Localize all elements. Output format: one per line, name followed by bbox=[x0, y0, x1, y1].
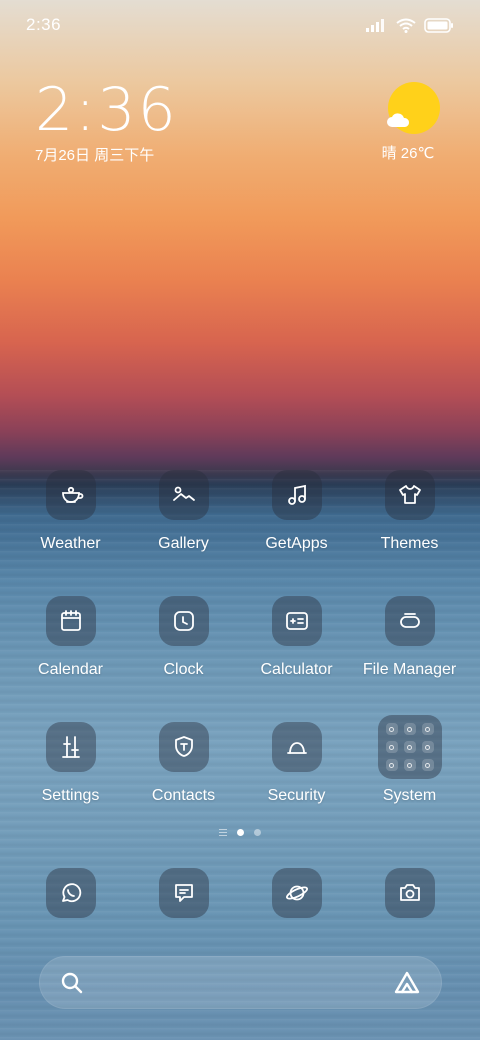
page-indicator[interactable] bbox=[0, 829, 480, 836]
app-label: Clock bbox=[163, 661, 204, 678]
app-file-manager[interactable]: File Manager bbox=[353, 596, 466, 722]
widget-date: 7月26日 周三下午 bbox=[35, 147, 155, 164]
weather-widget[interactable]: 晴 26℃ bbox=[382, 82, 444, 163]
status-bar: 2:36 bbox=[0, 0, 480, 50]
message-icon bbox=[158, 868, 209, 918]
dock-app-browser[interactable] bbox=[240, 868, 353, 918]
gallery-mountain-icon bbox=[158, 470, 209, 520]
assistant-icon[interactable] bbox=[393, 970, 421, 996]
app-label: Contacts bbox=[151, 787, 216, 804]
search-bar[interactable] bbox=[39, 956, 442, 1009]
app-label: File Manager bbox=[362, 661, 457, 678]
search-icon[interactable] bbox=[60, 971, 84, 995]
weather-cup-icon bbox=[45, 470, 96, 520]
app-label: GetApps bbox=[265, 535, 328, 552]
app-label: Calendar bbox=[38, 661, 103, 678]
app-weather[interactable]: Weather bbox=[14, 470, 127, 596]
wifi-icon bbox=[396, 18, 416, 33]
app-label: Security bbox=[267, 787, 326, 804]
app-label: System bbox=[382, 787, 437, 804]
page-dot bbox=[254, 829, 261, 836]
status-icons bbox=[366, 17, 454, 33]
sunny-weather-icon bbox=[387, 82, 440, 134]
app-calculator[interactable]: Calculator bbox=[240, 596, 353, 722]
shield-contact-icon bbox=[158, 722, 209, 772]
app-label: Weather bbox=[40, 535, 101, 552]
battery-icon bbox=[424, 17, 454, 33]
status-time: 2:36 bbox=[26, 15, 62, 34]
page-dot-active bbox=[237, 829, 244, 836]
camera-icon bbox=[384, 868, 435, 918]
app-label: Calculator bbox=[260, 661, 333, 678]
sliders-icon bbox=[45, 722, 96, 772]
weather-condition-temp: 晴 26℃ bbox=[381, 145, 435, 162]
planet-icon bbox=[271, 868, 322, 918]
app-label: Settings bbox=[41, 787, 100, 804]
app-gallery[interactable]: Gallery bbox=[127, 470, 240, 596]
calculator-icon bbox=[271, 596, 322, 646]
dock-app-whatsapp[interactable] bbox=[14, 868, 127, 918]
folder-box-icon bbox=[384, 596, 435, 646]
signal-icon bbox=[366, 18, 388, 32]
app-clock[interactable]: Clock bbox=[127, 596, 240, 722]
dock-app-camera[interactable] bbox=[353, 868, 466, 918]
shirt-icon bbox=[384, 470, 435, 520]
whatsapp-icon bbox=[45, 868, 96, 918]
app-folder-icon bbox=[377, 715, 442, 779]
app-label: Gallery bbox=[158, 535, 209, 552]
dock-app-messages[interactable] bbox=[127, 868, 240, 918]
app-getapps[interactable]: GetApps bbox=[240, 470, 353, 596]
dome-icon bbox=[271, 722, 322, 772]
app-themes[interactable]: Themes bbox=[353, 470, 466, 596]
app-label: Themes bbox=[380, 535, 439, 552]
clock-icon bbox=[158, 596, 209, 646]
music-note-icon bbox=[271, 470, 322, 520]
widget-time: 2:36 bbox=[35, 75, 178, 145]
calendar-icon bbox=[45, 596, 96, 646]
dock bbox=[14, 868, 466, 918]
app-calendar[interactable]: Calendar bbox=[14, 596, 127, 722]
app-grid: Weather Gallery GetApps Themes Calendar … bbox=[14, 470, 466, 848]
menu-lines-icon bbox=[219, 829, 227, 836]
clock-widget[interactable]: 2:36 7月26日 周三下午 bbox=[35, 78, 178, 165]
